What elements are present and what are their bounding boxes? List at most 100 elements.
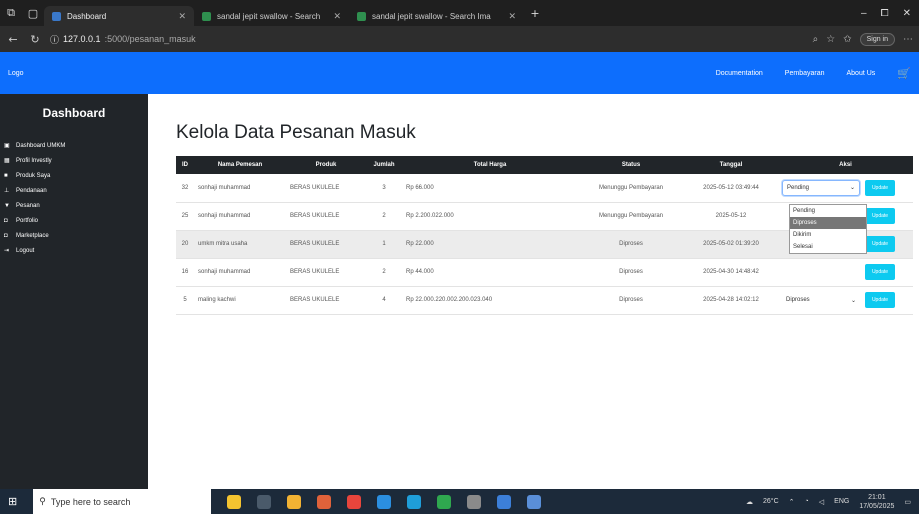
notifications-icon[interactable]: ▭ (904, 498, 911, 506)
browser-icon[interactable] (437, 494, 452, 509)
status-select[interactable] (782, 264, 860, 280)
chevron-down-icon: ⌄ (849, 185, 855, 192)
update-button[interactable]: Update (865, 208, 895, 224)
close-tab-icon[interactable]: ✕ (333, 11, 341, 22)
sidebar-item-logout[interactable]: ⇥ Logout (0, 243, 148, 258)
volume-icon[interactable]: ◁ (819, 498, 824, 506)
edge-icon[interactable] (407, 494, 422, 509)
workspaces-icon[interactable]: ⧉ (0, 6, 22, 20)
dropdown-option-dikirim[interactable]: Dikirim (790, 229, 866, 241)
windows-start-icon[interactable]: ⊞ (8, 495, 17, 508)
close-tab-icon[interactable]: ✕ (508, 11, 516, 22)
column-header-aksi: Aksi (778, 156, 913, 174)
sidebar-item-dashboard-umkm[interactable]: ▣ Dashboard UMKM (0, 138, 148, 153)
clock[interactable]: 21:01 17/05/2025 (859, 493, 894, 511)
dropdown-option-selesai[interactable]: Selesai (790, 241, 866, 253)
weather-temp[interactable]: 26°C (763, 498, 779, 505)
sign-in-button[interactable]: Sign in (859, 32, 895, 46)
cell-harga: Rp 44.000 (402, 258, 578, 287)
cart-icon: ▼ (4, 202, 10, 209)
tab-search[interactable]: sandal jepit swallow - Search ✕ (194, 6, 349, 26)
url-field[interactable]: ⓘ 127.0.0.1:5000/pesanan_masuk (50, 33, 610, 46)
funding-icon: ⊥ (4, 188, 10, 194)
chevron-down-icon: ⌄ (850, 297, 856, 304)
cart-icon[interactable]: 🛒 (897, 67, 911, 80)
status-select[interactable]: Pending ⌄ (782, 179, 860, 196)
sidebar-item-produk[interactable]: ■ Produk Saya (0, 168, 148, 183)
page-title: Kelola Data Pesanan Masuk (176, 122, 416, 143)
update-button[interactable]: Update (865, 236, 895, 252)
cell-tanggal: 2025-05-02 01:39:20 (684, 230, 778, 259)
widgets-icon[interactable] (227, 494, 242, 509)
top-navbar: Logo Documentation Pembayaran About Us 🛒 (0, 52, 919, 94)
file-explorer-icon[interactable] (287, 494, 302, 509)
cell-aksi: Update (778, 258, 913, 287)
restore-icon[interactable]: ⧠ (881, 8, 889, 19)
reload-icon[interactable]: ↻ (28, 33, 42, 46)
sidebar-item-label: Marketplace (16, 232, 49, 239)
taskbar-search-box[interactable]: ⚲ Type here to search (33, 489, 212, 514)
dropdown-option-pending[interactable]: Pending (790, 205, 866, 217)
tab-image-search[interactable]: sandal jepit swallow - Search Ima ✕ (349, 6, 524, 26)
sidebar-item-profil[interactable]: ▦ Profil Investly (0, 153, 148, 168)
cell-nama: maling kachwi (194, 286, 286, 315)
photos-icon[interactable] (527, 494, 542, 509)
update-button[interactable]: Update (865, 179, 895, 196)
dropdown-option-diproses[interactable]: Diproses (790, 217, 866, 229)
column-header-harga: Total Harga (402, 156, 578, 174)
status-select[interactable]: Diproses ⌄ (782, 292, 860, 308)
cell-id: 20 (176, 230, 194, 259)
vscode-icon[interactable] (377, 494, 392, 509)
update-button[interactable]: Update (865, 292, 895, 308)
cell-nama: sonhaji muhammad (194, 174, 286, 203)
lang-indicator[interactable]: ENG (834, 498, 849, 505)
cell-status: Menunggu Pembayaran (578, 202, 684, 231)
sidebar-item-marketplace[interactable]: ◘ Marketplace (0, 228, 148, 243)
nav-link-about-us[interactable]: About Us (847, 70, 876, 77)
chrome-icon[interactable] (347, 494, 362, 509)
more-menu-icon[interactable]: ⋯ (903, 34, 913, 45)
close-window-icon[interactable]: ✕ (903, 8, 911, 19)
tab-favicon-icon (357, 11, 366, 21)
app-icon[interactable] (467, 494, 482, 509)
tray-chevron-icon[interactable]: ⌃ (789, 498, 795, 506)
tab-dashboard[interactable]: Dashboard ✕ (44, 6, 194, 26)
site-info-icon[interactable]: ⓘ (50, 33, 59, 46)
sidebar-item-portfolio[interactable]: ◘ Portfolio (0, 213, 148, 228)
close-tab-icon[interactable]: ✕ (178, 11, 186, 22)
update-button[interactable]: Update (865, 264, 895, 280)
address-bar: ← ↻ ⓘ 127.0.0.1:5000/pesanan_masuk ⌕ ☆ ✩… (0, 26, 919, 52)
brand-logo[interactable]: Logo (8, 70, 24, 77)
git-icon[interactable] (317, 494, 332, 509)
tab-title: sandal jepit swallow - Search Ima (372, 11, 491, 21)
minimize-icon[interactable]: – (861, 8, 867, 19)
task-view-icon[interactable] (257, 494, 272, 509)
store-icon: ◘ (4, 232, 8, 239)
column-header-nama: Nama Pemesan (194, 156, 286, 174)
sidebar-item-label: Portfolio (16, 217, 39, 224)
sidebar-item-pendanaan[interactable]: ⊥ Pendanaan (0, 183, 148, 198)
table-row: 16 sonhaji muhammad BERAS UKULELE 2 Rp 4… (176, 258, 913, 287)
zoom-icon[interactable]: ⌕ (813, 34, 819, 45)
favorite-star-icon[interactable]: ☆ (826, 34, 835, 45)
column-header-tanggal: Tanggal (684, 156, 778, 174)
network-icon[interactable]: ◔ (805, 498, 809, 505)
column-header-status: Status (578, 156, 684, 174)
store-icon[interactable] (497, 494, 512, 509)
nav-link-pembayaran[interactable]: Pembayaran (785, 70, 825, 77)
status-dropdown-list: Pending Diproses Dikirim Selesai (789, 204, 867, 254)
sidebar: Dashboard ▣ Dashboard UMKM ▦ Profil Invest… (0, 94, 148, 489)
weather-icon[interactable]: ☁ (746, 498, 753, 506)
tab-actions-icon[interactable]: ▢ (22, 7, 44, 20)
new-tab-button[interactable]: + (524, 7, 546, 20)
back-icon[interactable]: ← (6, 33, 20, 46)
nav-link-documentation[interactable]: Documentation (716, 70, 763, 77)
dashboard-icon: ▣ (4, 143, 10, 149)
box-icon: ■ (4, 172, 8, 179)
cell-jumlah: 3 (366, 174, 402, 203)
favorites-icon[interactable]: ✩ (843, 34, 851, 45)
address-bar-actions: ⌕ ☆ ✩ Sign in ⋯ (813, 32, 913, 46)
sidebar-item-label: Logout (16, 247, 35, 254)
sidebar-item-pesanan[interactable]: ▼ Pesanan (0, 198, 148, 213)
cell-nama: umkm mitra usaha (194, 230, 286, 259)
